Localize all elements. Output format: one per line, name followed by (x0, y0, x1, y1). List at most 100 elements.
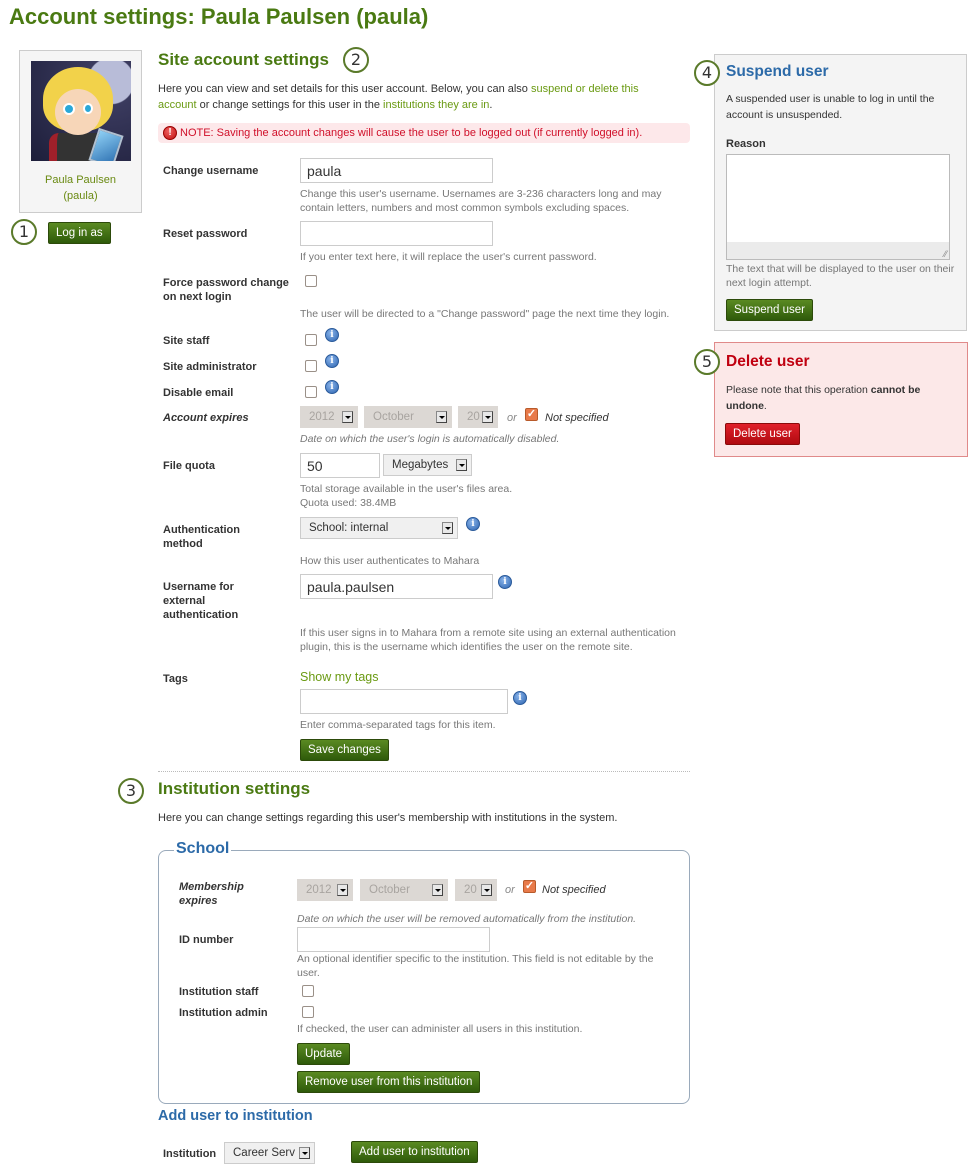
force-password-label: Force password change on next login (163, 277, 289, 303)
institution-intro: Here you can change settings regarding t… (158, 812, 618, 824)
chevron-down-icon (342, 411, 353, 423)
or-text: or (507, 412, 517, 424)
auth-method-desc: How this user authenticates to Mahara (300, 555, 480, 567)
disable-email-label: Disable email (163, 387, 234, 399)
info-icon[interactable]: i (325, 328, 339, 342)
disable-email-checkbox[interactable] (305, 386, 317, 398)
callout-1: 1 (11, 219, 37, 245)
reason-textarea[interactable] (726, 154, 950, 260)
save-changes-button[interactable]: Save changes (300, 739, 389, 761)
update-button[interactable]: Update (297, 1043, 351, 1065)
delete-user-button[interactable]: Delete user (725, 423, 800, 445)
institution-select[interactable]: Career Serv (224, 1142, 315, 1164)
add-user-to-institution-title: Add user to institution (158, 1108, 313, 1124)
membership-year-select[interactable]: 2012 (297, 879, 353, 901)
reset-password-input[interactable] (300, 221, 493, 246)
institution-staff-label: Institution staff (179, 986, 259, 998)
file-quota-label: File quota (163, 460, 215, 472)
section-divider (158, 771, 690, 772)
resize-handle[interactable] (727, 242, 949, 259)
id-number-input[interactable] (297, 927, 490, 952)
profile-name[interactable]: Paula Paulsen (20, 172, 141, 188)
warning-text: NOTE: Saving the account changes will ca… (180, 127, 643, 139)
institution-admin-label: Institution admin (179, 1007, 268, 1019)
account-expires-label: Account expires (163, 412, 249, 424)
info-icon[interactable]: i (513, 691, 527, 705)
select-value: 20 (464, 884, 477, 896)
not-specified-label: Not specified (545, 412, 609, 424)
callout-4: 4 (694, 60, 720, 86)
add-user-to-institution-button[interactable]: Add user to institution (351, 1141, 478, 1163)
institution-admin-checkbox[interactable] (302, 1006, 314, 1018)
institution-label: Institution (163, 1148, 217, 1160)
chevron-down-icon (481, 884, 492, 896)
info-icon[interactable]: i (325, 354, 339, 368)
chevron-down-icon (442, 522, 453, 534)
quota-unit-select[interactable]: Megabytes (383, 454, 472, 476)
username-input[interactable] (300, 158, 493, 183)
site-staff-label: Site staff (163, 335, 210, 347)
expires-year-select[interactable]: 2012 (300, 406, 358, 428)
reason-label: Reason (726, 138, 766, 150)
remove-from-institution-button[interactable]: Remove user from this institution (297, 1071, 481, 1093)
intro-text: or change settings for this user in the (196, 99, 384, 111)
chevron-down-icon (436, 411, 447, 423)
external-username-desc: If this user signs in to Mahara from a r… (300, 627, 676, 653)
page-title: Account settings: Paula Paulsen (paula) (9, 4, 429, 29)
site-staff-checkbox[interactable] (305, 334, 317, 346)
profile-card: Paula Paulsen (paula) (19, 50, 142, 213)
show-my-tags-link[interactable]: Show my tags (300, 670, 379, 684)
auth-method-select[interactable]: School: internal (300, 517, 458, 539)
select-value: October (373, 411, 414, 423)
warning-icon: ! (163, 126, 177, 140)
expires-day-select[interactable]: 20 (458, 406, 498, 428)
log-in-as-button[interactable]: Log in as (48, 222, 111, 244)
chevron-down-icon (456, 459, 467, 471)
reset-password-desc: If you enter text here, it will replace … (300, 251, 597, 263)
membership-not-specified-checkbox[interactable]: ✓ (523, 880, 536, 893)
auth-method-label: Authentication method (163, 524, 240, 550)
institution-settings-title: Institution settings (158, 779, 311, 798)
membership-month-select[interactable]: October (360, 879, 448, 901)
tags-input[interactable] (300, 689, 508, 714)
username-label: Change username (163, 165, 259, 177)
tags-label: Tags (163, 673, 188, 685)
callout-3: 3 (118, 778, 144, 804)
select-value: School: internal (309, 522, 389, 534)
force-password-checkbox[interactable] (305, 275, 317, 287)
institution-staff-checkbox[interactable] (302, 985, 314, 997)
membership-expires-desc: Date on which the user will be removed a… (297, 913, 637, 925)
select-value: 2012 (309, 411, 335, 423)
intro-text: Here you can view and set details for th… (158, 83, 531, 95)
school-legend: School (174, 840, 232, 858)
reset-password-label: Reset password (163, 228, 248, 240)
expires-month-select[interactable]: October (364, 406, 452, 428)
site-account-settings-title: Site account settings (158, 50, 329, 69)
site-admin-label: Site administrator (163, 361, 257, 373)
info-icon[interactable]: i (325, 380, 339, 394)
info-icon[interactable]: i (498, 575, 512, 589)
delete-desc: Please note that this operation cannot b… (726, 382, 956, 414)
membership-expires-label: Membership expires (179, 881, 244, 907)
logout-warning: ! NOTE: Saving the account changes will … (158, 123, 690, 143)
avatar (31, 61, 131, 161)
account-expires-desc: Date on which the user's login is automa… (300, 433, 560, 445)
file-quota-input[interactable] (300, 453, 380, 478)
institutions-link[interactable]: institutions they are in (383, 99, 489, 111)
profile-username[interactable]: (paula) (20, 188, 141, 204)
info-icon[interactable]: i (466, 517, 480, 531)
id-number-label: ID number (179, 934, 234, 946)
not-specified-checkbox[interactable]: ✓ (525, 408, 538, 421)
select-value: October (369, 884, 410, 896)
suspend-user-button[interactable]: Suspend user (726, 299, 813, 321)
not-specified-label: Not specified (542, 884, 606, 896)
callout-5: 5 (694, 349, 720, 375)
delete-desc-text: Please note that this operation (726, 384, 871, 396)
site-admin-checkbox[interactable] (305, 360, 317, 372)
or-text: or (505, 884, 515, 896)
intro-text: . (489, 99, 493, 111)
force-password-desc: The user will be directed to a "Change p… (300, 308, 670, 320)
membership-day-select[interactable]: 20 (455, 879, 497, 901)
file-quota-desc: Total storage available in the user's fi… (300, 483, 513, 495)
external-username-input[interactable] (300, 574, 493, 599)
